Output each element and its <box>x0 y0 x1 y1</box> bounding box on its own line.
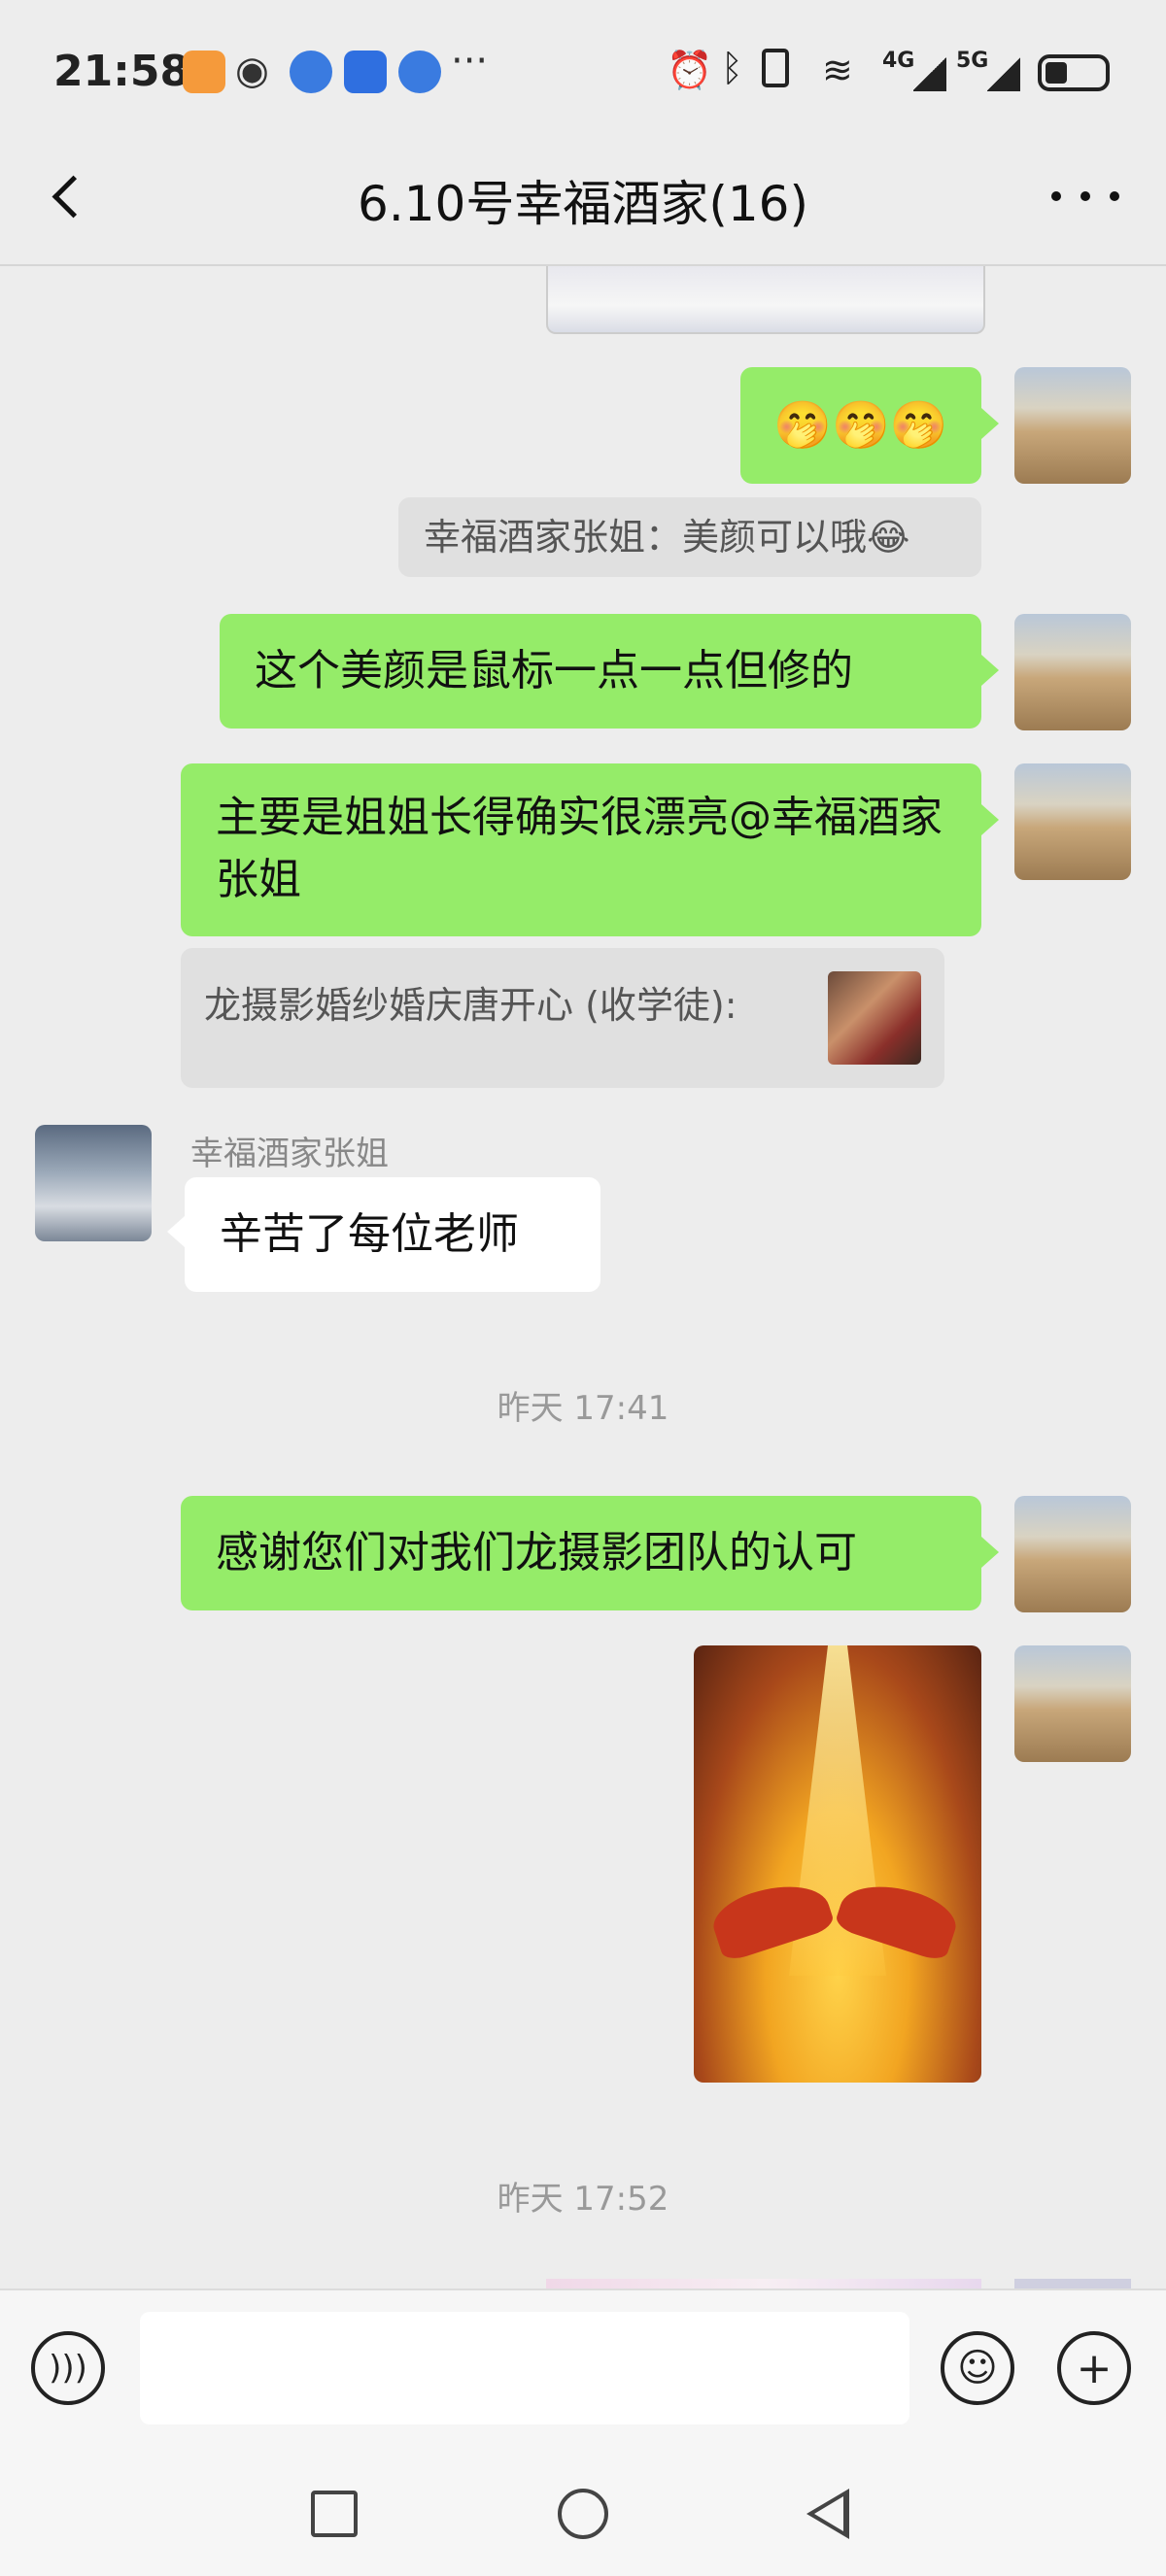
my-avatar[interactable] <box>1014 763 1131 880</box>
my-avatar[interactable] <box>1014 1645 1131 1762</box>
bank-app-icon-2 <box>398 51 441 93</box>
home-button[interactable] <box>558 2489 608 2539</box>
bank-app-icon <box>290 51 332 93</box>
sender-name: 幸福酒家张姐 <box>190 1135 389 1173</box>
image-message[interactable] <box>694 1645 981 2083</box>
message-bubble[interactable]: 感谢您们对我们龙摄影团队的认可 <box>181 1496 981 1610</box>
bubble-tail <box>167 1216 185 1247</box>
message-bubble[interactable]: 🤭🤭🤭 <box>740 367 981 484</box>
wifi-icon: ≋ <box>822 49 853 91</box>
status-bar: 21:58 ◉ ··· ⏰ ᛒ ≋ 4G 5G <box>0 0 1166 146</box>
bubble-tail <box>981 655 999 686</box>
my-avatar[interactable] <box>1014 367 1131 484</box>
contact-avatar[interactable] <box>35 1125 152 1241</box>
signal-label-1: 4G <box>882 49 915 73</box>
alarm-icon: ⏰ <box>667 49 713 91</box>
emoji-button[interactable]: ☺ <box>941 2331 1014 2405</box>
battery-icon <box>1038 54 1110 91</box>
plus-button[interactable]: + <box>1057 2331 1131 2405</box>
status-time: 21:58 <box>53 47 190 96</box>
app-badge-icon <box>183 51 225 93</box>
message-bubble[interactable]: 主要是姐姐长得确实很漂亮@幸福酒家张姐 <box>181 763 981 936</box>
avatar-peek <box>1014 2279 1131 2288</box>
chat-title: 6.10号幸福酒家(16) <box>358 176 808 232</box>
vibrate-icon <box>762 49 789 87</box>
recent-apps-button[interactable] <box>311 2491 358 2537</box>
my-avatar[interactable] <box>1014 614 1131 730</box>
signal-icon-1 <box>913 56 946 91</box>
emoji-icon: ☺ <box>957 2346 998 2390</box>
quoted-text: 龙摄影婚纱婚庆唐开心 (收学徒): <box>204 984 737 1027</box>
plus-icon: + <box>1076 2343 1113 2393</box>
bubble-tail <box>981 408 999 439</box>
reply-note: 幸福酒家张姐：美颜可以哦😂 <box>398 497 981 577</box>
message-bubble[interactable]: 辛苦了每位老师 <box>185 1177 600 1292</box>
bluetooth-icon: ᛒ <box>721 47 743 89</box>
message-bubble[interactable]: 这个美颜是鼠标一点一点但修的 <box>220 614 981 729</box>
voice-icon: ))) <box>49 2349 87 2388</box>
voice-button[interactable]: ))) <box>31 2331 105 2405</box>
baidu-icon <box>344 51 387 93</box>
image-message[interactable] <box>546 266 985 334</box>
timestamp: 昨天 17:41 <box>497 1389 669 1428</box>
more-options-button[interactable] <box>1051 167 1119 225</box>
signal-icon-2 <box>987 56 1020 91</box>
quoted-image-thumbnail[interactable] <box>828 971 921 1065</box>
bubble-tail <box>981 804 999 835</box>
timestamp: 昨天 17:52 <box>497 2180 669 2219</box>
image-message-peek <box>546 2279 981 2288</box>
my-avatar[interactable] <box>1014 1496 1131 1612</box>
wechat-icon: ◉ <box>235 49 269 93</box>
more-notifications-icon: ··· <box>451 39 489 84</box>
message-input[interactable] <box>140 2312 909 2424</box>
back-nav-inner <box>814 2496 843 2531</box>
signal-label-2: 5G <box>956 49 989 73</box>
bubble-tail <box>981 1537 999 1568</box>
